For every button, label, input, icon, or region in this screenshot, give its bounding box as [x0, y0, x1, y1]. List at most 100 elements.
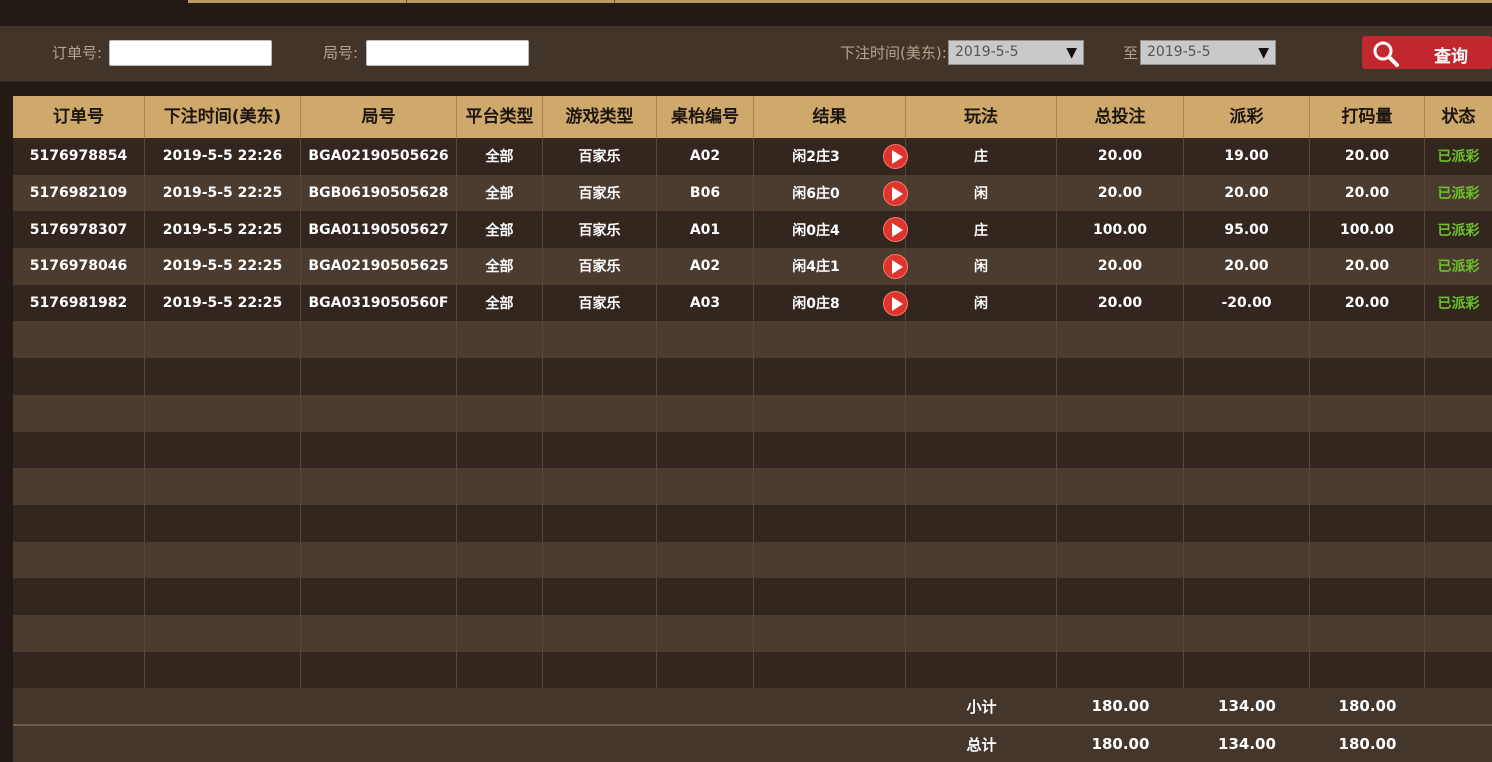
payout-value: 19.00	[1224, 148, 1269, 165]
cell-status: 已派彩	[1425, 175, 1492, 212]
column-header-round-number: 局号	[301, 96, 457, 138]
empty-table-row	[13, 394, 1492, 432]
round-number-value: BGA02190505626	[308, 148, 449, 165]
cell-total-bet	[1057, 614, 1184, 652]
date-to-select[interactable]: 2019-5-5 ▼	[1140, 40, 1276, 65]
cell-total-bet	[1057, 468, 1184, 505]
order-number-input[interactable]	[109, 40, 272, 66]
empty-table-row	[13, 614, 1492, 652]
order-number-value: 5176978046	[29, 258, 128, 275]
total-label: 总计	[966, 735, 997, 754]
cell-platform-type	[457, 358, 543, 395]
query-button[interactable]: 查询	[1362, 36, 1492, 69]
total-row: 总计 180.00 134.00 180.00	[13, 724, 1492, 762]
cell-round-number	[301, 614, 457, 652]
total-payout: 134.00	[1218, 735, 1276, 754]
total-bet-value: 20.00	[1097, 295, 1143, 312]
cell-play-type: 闲	[906, 248, 1057, 285]
cell-valid-bet	[1310, 468, 1425, 505]
cell-bet-time: 2019-5-5 22:25	[145, 174, 301, 212]
cell-play-type	[906, 431, 1057, 469]
round-number-input[interactable]	[366, 40, 529, 66]
cell-round-number: BGA02190505625	[301, 248, 457, 285]
play-replay-icon[interactable]	[883, 217, 908, 243]
play-replay-icon[interactable]	[883, 180, 908, 206]
cell-valid-bet	[1310, 578, 1425, 615]
order-number-value: 5176978307	[29, 221, 128, 238]
column-header-play-type: 玩法	[906, 96, 1057, 138]
cell-game-type	[543, 614, 657, 652]
cell-platform-type	[457, 541, 543, 579]
subtotal-label: 小计	[966, 697, 997, 716]
cell-game-type	[543, 468, 657, 505]
filter-bar: 订单号: 局号: 下注时间(美东): 2019-5-5 ▼ 至 2019-5-5…	[0, 26, 1492, 82]
cell-payout	[1184, 504, 1310, 542]
cell-order-number	[13, 541, 145, 579]
play-replay-icon[interactable]	[883, 144, 908, 169]
total-bet-value: 20.00	[1097, 185, 1143, 202]
cell-bet-time: 2019-5-5 22:25	[145, 211, 301, 249]
cell-valid-bet	[1310, 321, 1425, 359]
play-replay-icon[interactable]	[883, 254, 908, 280]
cell-round-number	[301, 394, 457, 432]
payout-value: 20.00	[1224, 258, 1269, 275]
table-number-value: A01	[689, 221, 721, 238]
cell-game-type: 百家乐	[543, 211, 657, 249]
cell-game-type: 百家乐	[543, 138, 657, 175]
play-type-value: 闲	[974, 186, 988, 203]
result-value: 闲0庄8	[792, 296, 840, 313]
cell-result	[754, 394, 906, 432]
date-from-select[interactable]: 2019-5-5 ▼	[948, 40, 1084, 65]
total-bet-value: 20.00	[1097, 148, 1143, 165]
bet-time-value: 2019-5-5 22:25	[162, 295, 283, 312]
cell-valid-bet: 20.00	[1310, 248, 1425, 285]
cell-total-bet	[1057, 651, 1184, 689]
cell-result	[754, 651, 906, 689]
cell-result	[754, 504, 906, 542]
cell-table-number	[657, 431, 754, 469]
cell-platform-type	[457, 651, 543, 689]
cell-table-number: A03	[657, 284, 754, 322]
table-row: 5176978854 2019-5-5 22:26 BGA02190505626 全部…	[13, 138, 1492, 175]
cell-bet-time	[145, 541, 301, 579]
cell-play-type	[906, 321, 1057, 359]
cell-result: 闲0庄8	[754, 284, 908, 322]
cell-round-number	[301, 431, 457, 469]
cell-order-number: 5176981982	[13, 284, 145, 322]
cell-valid-bet: 20.00	[1310, 174, 1425, 212]
cell-status: 已派彩	[1425, 285, 1492, 322]
column-header-bet-time: 下注时间(美东)	[145, 96, 301, 138]
play-replay-icon[interactable]	[883, 290, 908, 316]
cell-status	[1425, 652, 1492, 689]
cell-bet-time	[145, 321, 301, 359]
cell-result	[754, 431, 906, 469]
cell-table-number	[657, 578, 754, 615]
cell-play-type	[906, 504, 1057, 542]
cell-status	[1425, 395, 1492, 432]
subtotal-payout: 134.00	[1218, 697, 1276, 716]
column-header-valid-bet: 打码量	[1310, 96, 1425, 138]
cell-bet-time: 2019-5-5 22:25	[145, 284, 301, 322]
cell-game-type: 百家乐	[543, 174, 657, 212]
subtotal-bet: 180.00	[1091, 697, 1150, 716]
table-row: 5176981982 2019-5-5 22:25 BGA0319050560F 全部…	[13, 284, 1492, 322]
query-button-label: 查询	[1434, 47, 1468, 67]
cell-status: 已派彩	[1425, 211, 1492, 248]
cell-platform-type	[457, 614, 543, 652]
cell-play-type: 闲	[906, 284, 1057, 322]
order-number-value: 5176981982	[29, 295, 128, 312]
subtotal-valid-bet: 180.00	[1338, 697, 1397, 716]
play-type-value: 闲	[974, 296, 988, 313]
status-value: 已派彩	[1437, 222, 1480, 239]
cell-result: 闲0庄4	[754, 211, 908, 249]
cell-order-number	[13, 504, 145, 542]
valid-bet-value: 20.00	[1344, 185, 1390, 202]
table-header: 订单号 下注时间(美东) 局号 平台类型 游戏类型 桌枱编号 结果 玩法 总投注 派彩 打码量 状态	[13, 96, 1492, 138]
cell-table-number	[657, 541, 754, 579]
cell-game-type	[543, 578, 657, 615]
cell-valid-bet: 20.00	[1310, 138, 1425, 175]
cell-payout	[1184, 431, 1310, 469]
cell-status: 已派彩	[1425, 138, 1492, 175]
cell-platform-type: 全部	[457, 174, 543, 212]
cell-play-type	[906, 651, 1057, 689]
